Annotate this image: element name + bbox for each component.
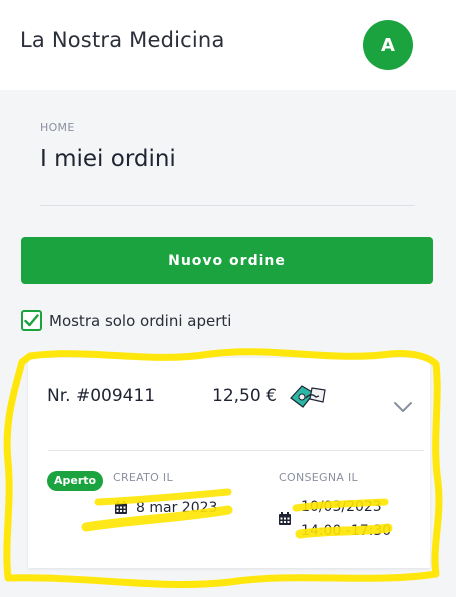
- created-label: CREATO IL: [113, 471, 173, 484]
- calendar-icon: [279, 512, 291, 525]
- delivery-label: CONSEGNA IL: [279, 471, 358, 484]
- delivery-date: 10/03/2023: [301, 499, 382, 515]
- breadcrumb[interactable]: HOME: [40, 121, 75, 134]
- calendar-icon: [115, 501, 127, 514]
- title-divider: [40, 205, 415, 206]
- new-order-button[interactable]: Nuovo ordine: [21, 237, 433, 284]
- chevron-down-icon[interactable]: [393, 401, 413, 413]
- created-date-field: 8 mar 2023: [114, 500, 217, 516]
- app-header: La Nostra Medicina A: [0, 0, 456, 90]
- order-number: Nr. #009411: [47, 386, 156, 406]
- created-date: 8 mar 2023: [136, 500, 218, 516]
- order-card[interactable]: Nr. #009411 12,50 € Aperto CREATO IL 8 m…: [28, 358, 430, 568]
- checkmark-icon: [24, 314, 39, 327]
- order-amount: 12,50 €: [212, 386, 277, 406]
- open-orders-filter[interactable]: Mostra solo ordini aperti: [21, 310, 231, 331]
- delivery-time: 14:00 -17:30: [301, 523, 392, 539]
- user-avatar[interactable]: A: [363, 20, 413, 70]
- page-title: I miei ordini: [40, 146, 176, 172]
- status-badge: Aperto: [47, 471, 104, 491]
- handshake-payment-icon: [290, 385, 326, 408]
- card-divider: [48, 450, 424, 451]
- open-orders-checkbox[interactable]: [21, 310, 42, 331]
- app-title: La Nostra Medicina: [20, 28, 225, 52]
- filter-label[interactable]: Mostra solo ordini aperti: [49, 312, 231, 330]
